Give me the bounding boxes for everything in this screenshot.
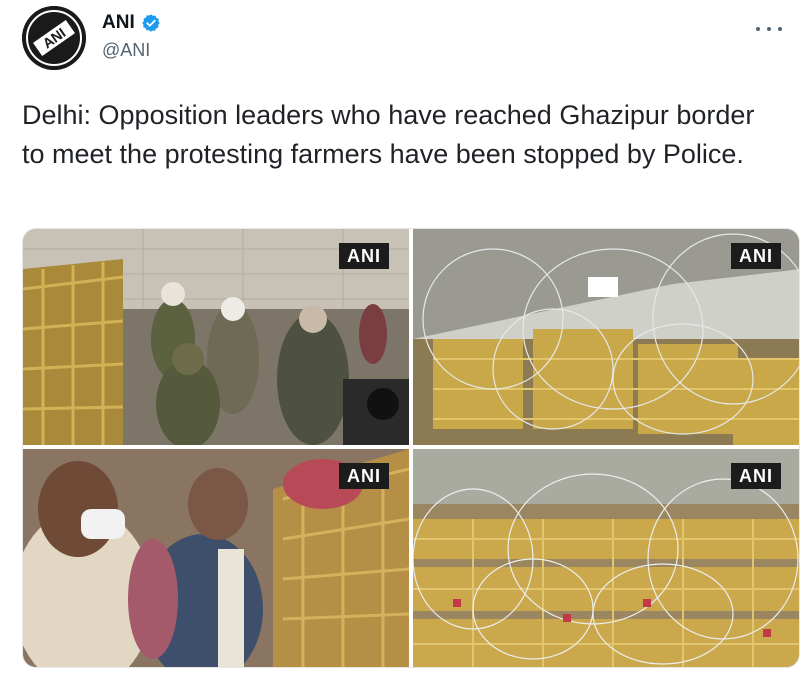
media-grid: ANI ANI ANI ANI [22,228,800,668]
ani-watermark: ANI [731,463,781,489]
more-options-icon[interactable] [756,18,782,40]
verified-badge-icon [141,14,160,32]
ani-watermark: ANI [731,243,781,269]
photo-4[interactable]: ANI [413,449,799,667]
author-handle[interactable]: @ANI [102,40,150,61]
ani-watermark: ANI [339,463,389,489]
photo-3[interactable]: ANI [23,449,409,667]
avatar[interactable]: ANI [22,6,86,70]
ani-logo: ANI [22,6,86,70]
author-name-row: ANI [102,12,161,34]
ani-watermark: ANI [339,243,389,269]
tweet-text: Delhi: Opposition leaders who have reach… [22,100,755,169]
photo-1[interactable]: ANI [23,229,409,445]
display-name[interactable]: ANI [102,12,135,34]
photo-2[interactable]: ANI [413,229,799,445]
